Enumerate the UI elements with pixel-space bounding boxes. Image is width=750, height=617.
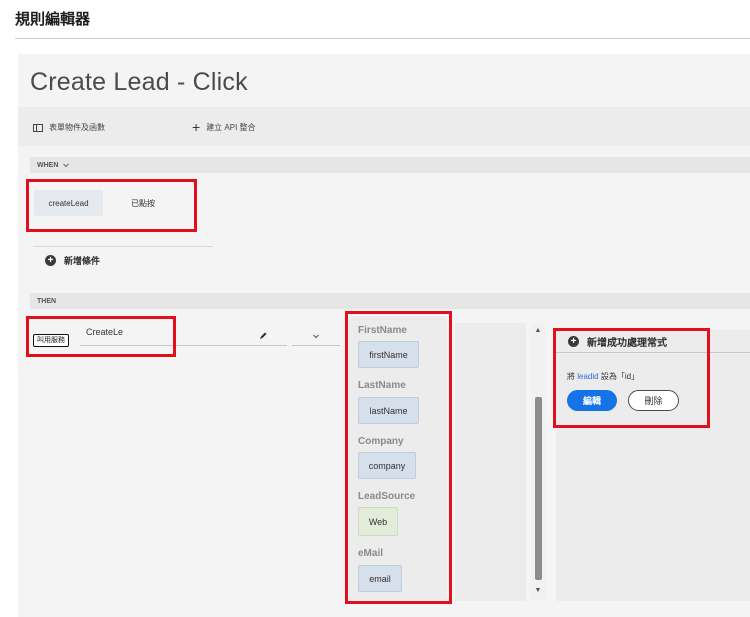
text-prefix: 將 [567,372,575,381]
mapping-panel [455,323,526,601]
then-heading: THEN [37,297,57,305]
panel-icon [33,123,43,132]
when-section-header[interactable]: WHEN [30,157,750,173]
param-label-leadsource: LeadSource [358,491,416,502]
form-objects-button[interactable]: 表單物件及函數 [33,122,105,133]
param-label-firstname: FirstName [358,325,407,336]
success-handler-title: 新增成功處理常式 [587,338,667,349]
add-condition-label: 新增條件 [64,256,101,266]
param-value-email[interactable]: email [358,565,402,592]
circle-plus-icon: + [45,255,56,266]
service-value: CreateLe [86,327,124,337]
param-value-firstname[interactable]: firstName [358,341,419,368]
edit-button-label: 編輯 [582,396,601,406]
param-value-text: lastName [369,405,408,416]
param-value-leadsource[interactable]: Web [358,507,398,536]
add-condition-divider [33,246,213,247]
toolbar [18,107,750,146]
chevron-down-icon [313,334,319,339]
delete-button-label: 刪除 [644,396,663,406]
plus-icon: + [192,119,201,135]
param-label-lastname: LastName [358,380,406,391]
create-api-button[interactable]: + 建立 API 整合 [192,120,256,134]
delete-button[interactable]: 刪除 [628,390,679,411]
param-value-company[interactable]: company [358,452,416,479]
then-section-header: THEN [30,293,750,309]
text-keyword: leadid [577,372,599,381]
param-value-lastname[interactable]: lastName [358,397,419,424]
param-value-text: email [369,573,391,584]
scroll-down-arrow-icon[interactable]: ▼ [531,587,545,594]
create-api-label: 建立 API 整合 [206,122,256,132]
param-value-text: Web [368,516,388,527]
param-label-company: Company [358,436,404,447]
service-dropdown[interactable] [292,327,340,346]
service-select[interactable]: CreateLe [80,327,239,346]
param-value-text: company [368,460,406,471]
circle-plus-icon: + [568,336,579,347]
param-label-email: eMail [358,548,384,559]
when-event[interactable]: 已點按 [131,198,155,209]
when-component: createLead [48,198,89,208]
header-divider [15,38,750,39]
rule-title: Create Lead - Click [30,68,248,96]
param-value-text: firstName [369,349,408,360]
action-badge[interactable]: 叫用服務 [33,334,69,347]
when-component-chip[interactable]: createLead [34,190,103,216]
success-handler-description: 將 leadid 設為「id」 [567,371,639,382]
add-success-handler-button[interactable]: + 新增成功處理常式 [568,334,667,349]
action-badge-wrap: 叫用服務 [33,329,69,347]
pencil-icon [260,332,267,339]
edit-service-field[interactable] [238,327,287,346]
form-objects-label: 表單物件及函數 [49,123,105,132]
edit-button[interactable]: 編輯 [567,390,617,411]
text-suffix: 設為「id」 [600,372,640,381]
success-handler-divider [556,352,750,353]
scrollbar-thumb[interactable] [535,397,542,580]
add-condition-button[interactable]: + 新增條件 [45,254,100,267]
app-title: 規則編輯器 [15,11,91,28]
when-heading: WHEN [37,161,59,169]
scroll-up-arrow-icon[interactable]: ▲ [531,327,545,334]
chevron-down-icon [63,163,70,168]
